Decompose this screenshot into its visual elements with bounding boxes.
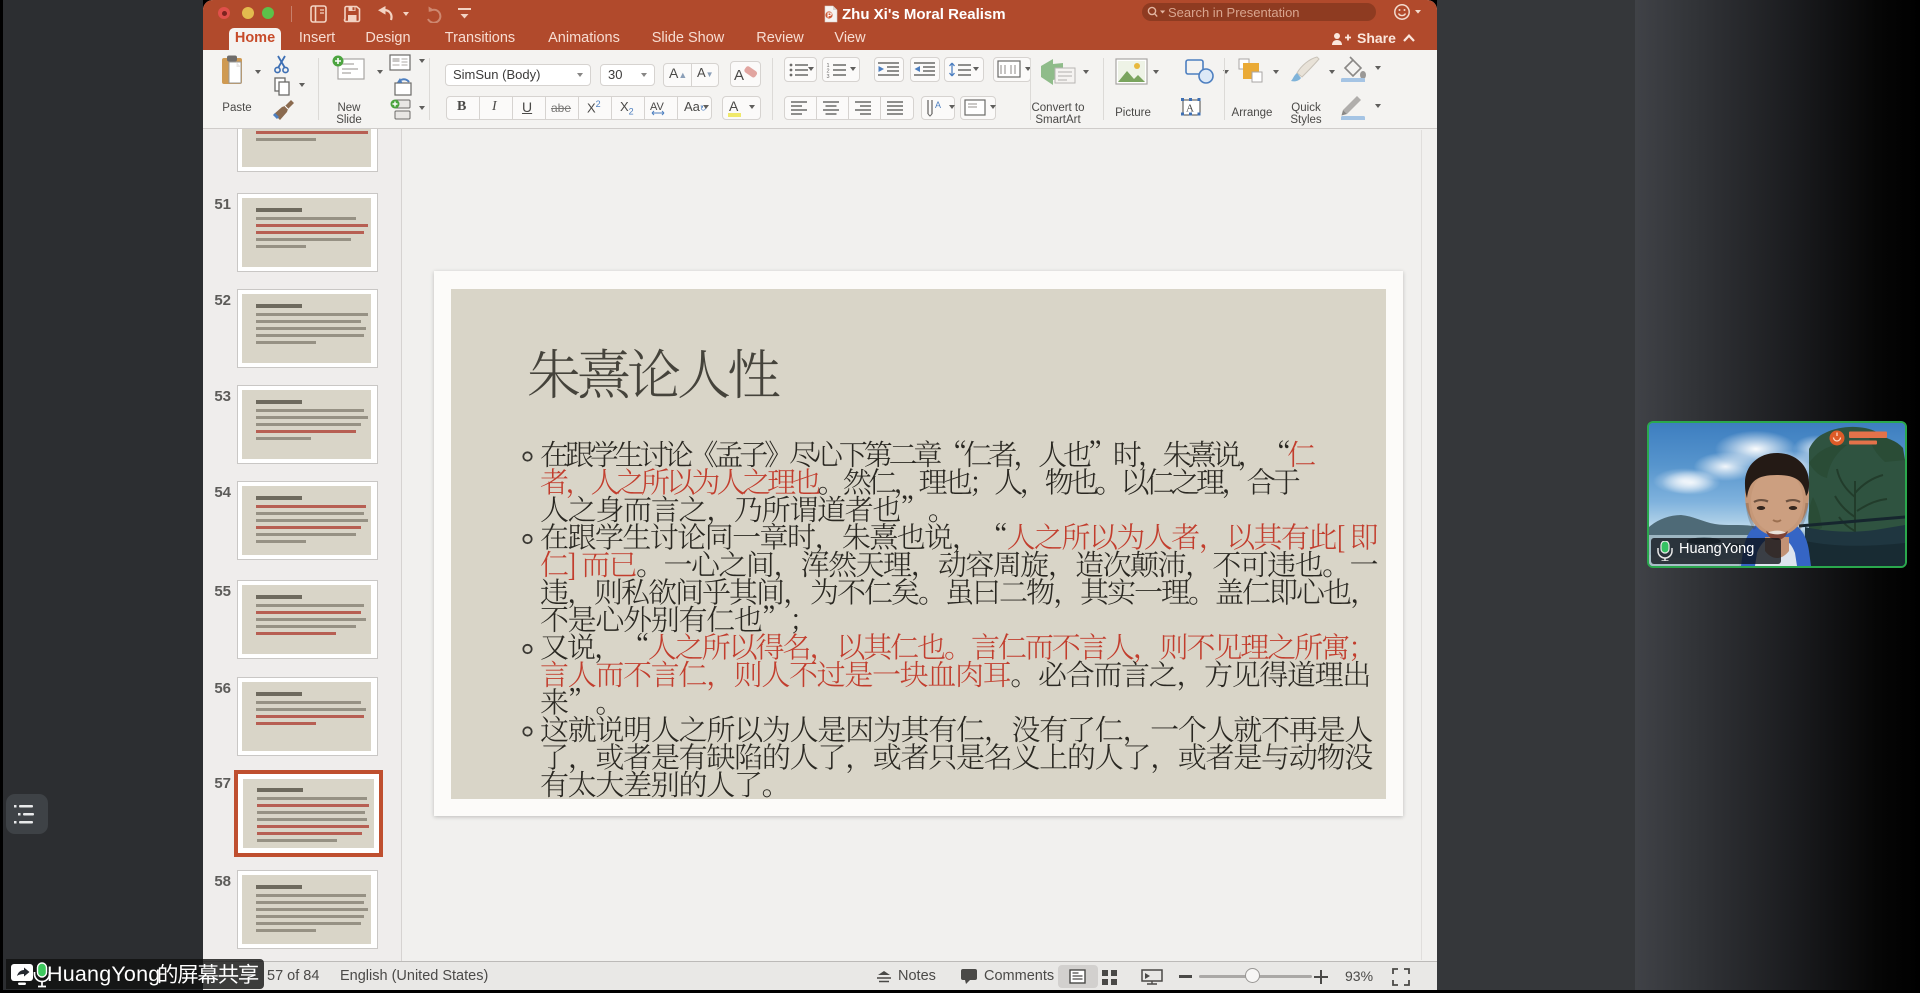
svg-text:P: P xyxy=(827,11,832,20)
svg-text:A: A xyxy=(935,100,941,110)
svg-text:A: A xyxy=(734,67,744,84)
svg-text:3: 3 xyxy=(827,74,830,79)
